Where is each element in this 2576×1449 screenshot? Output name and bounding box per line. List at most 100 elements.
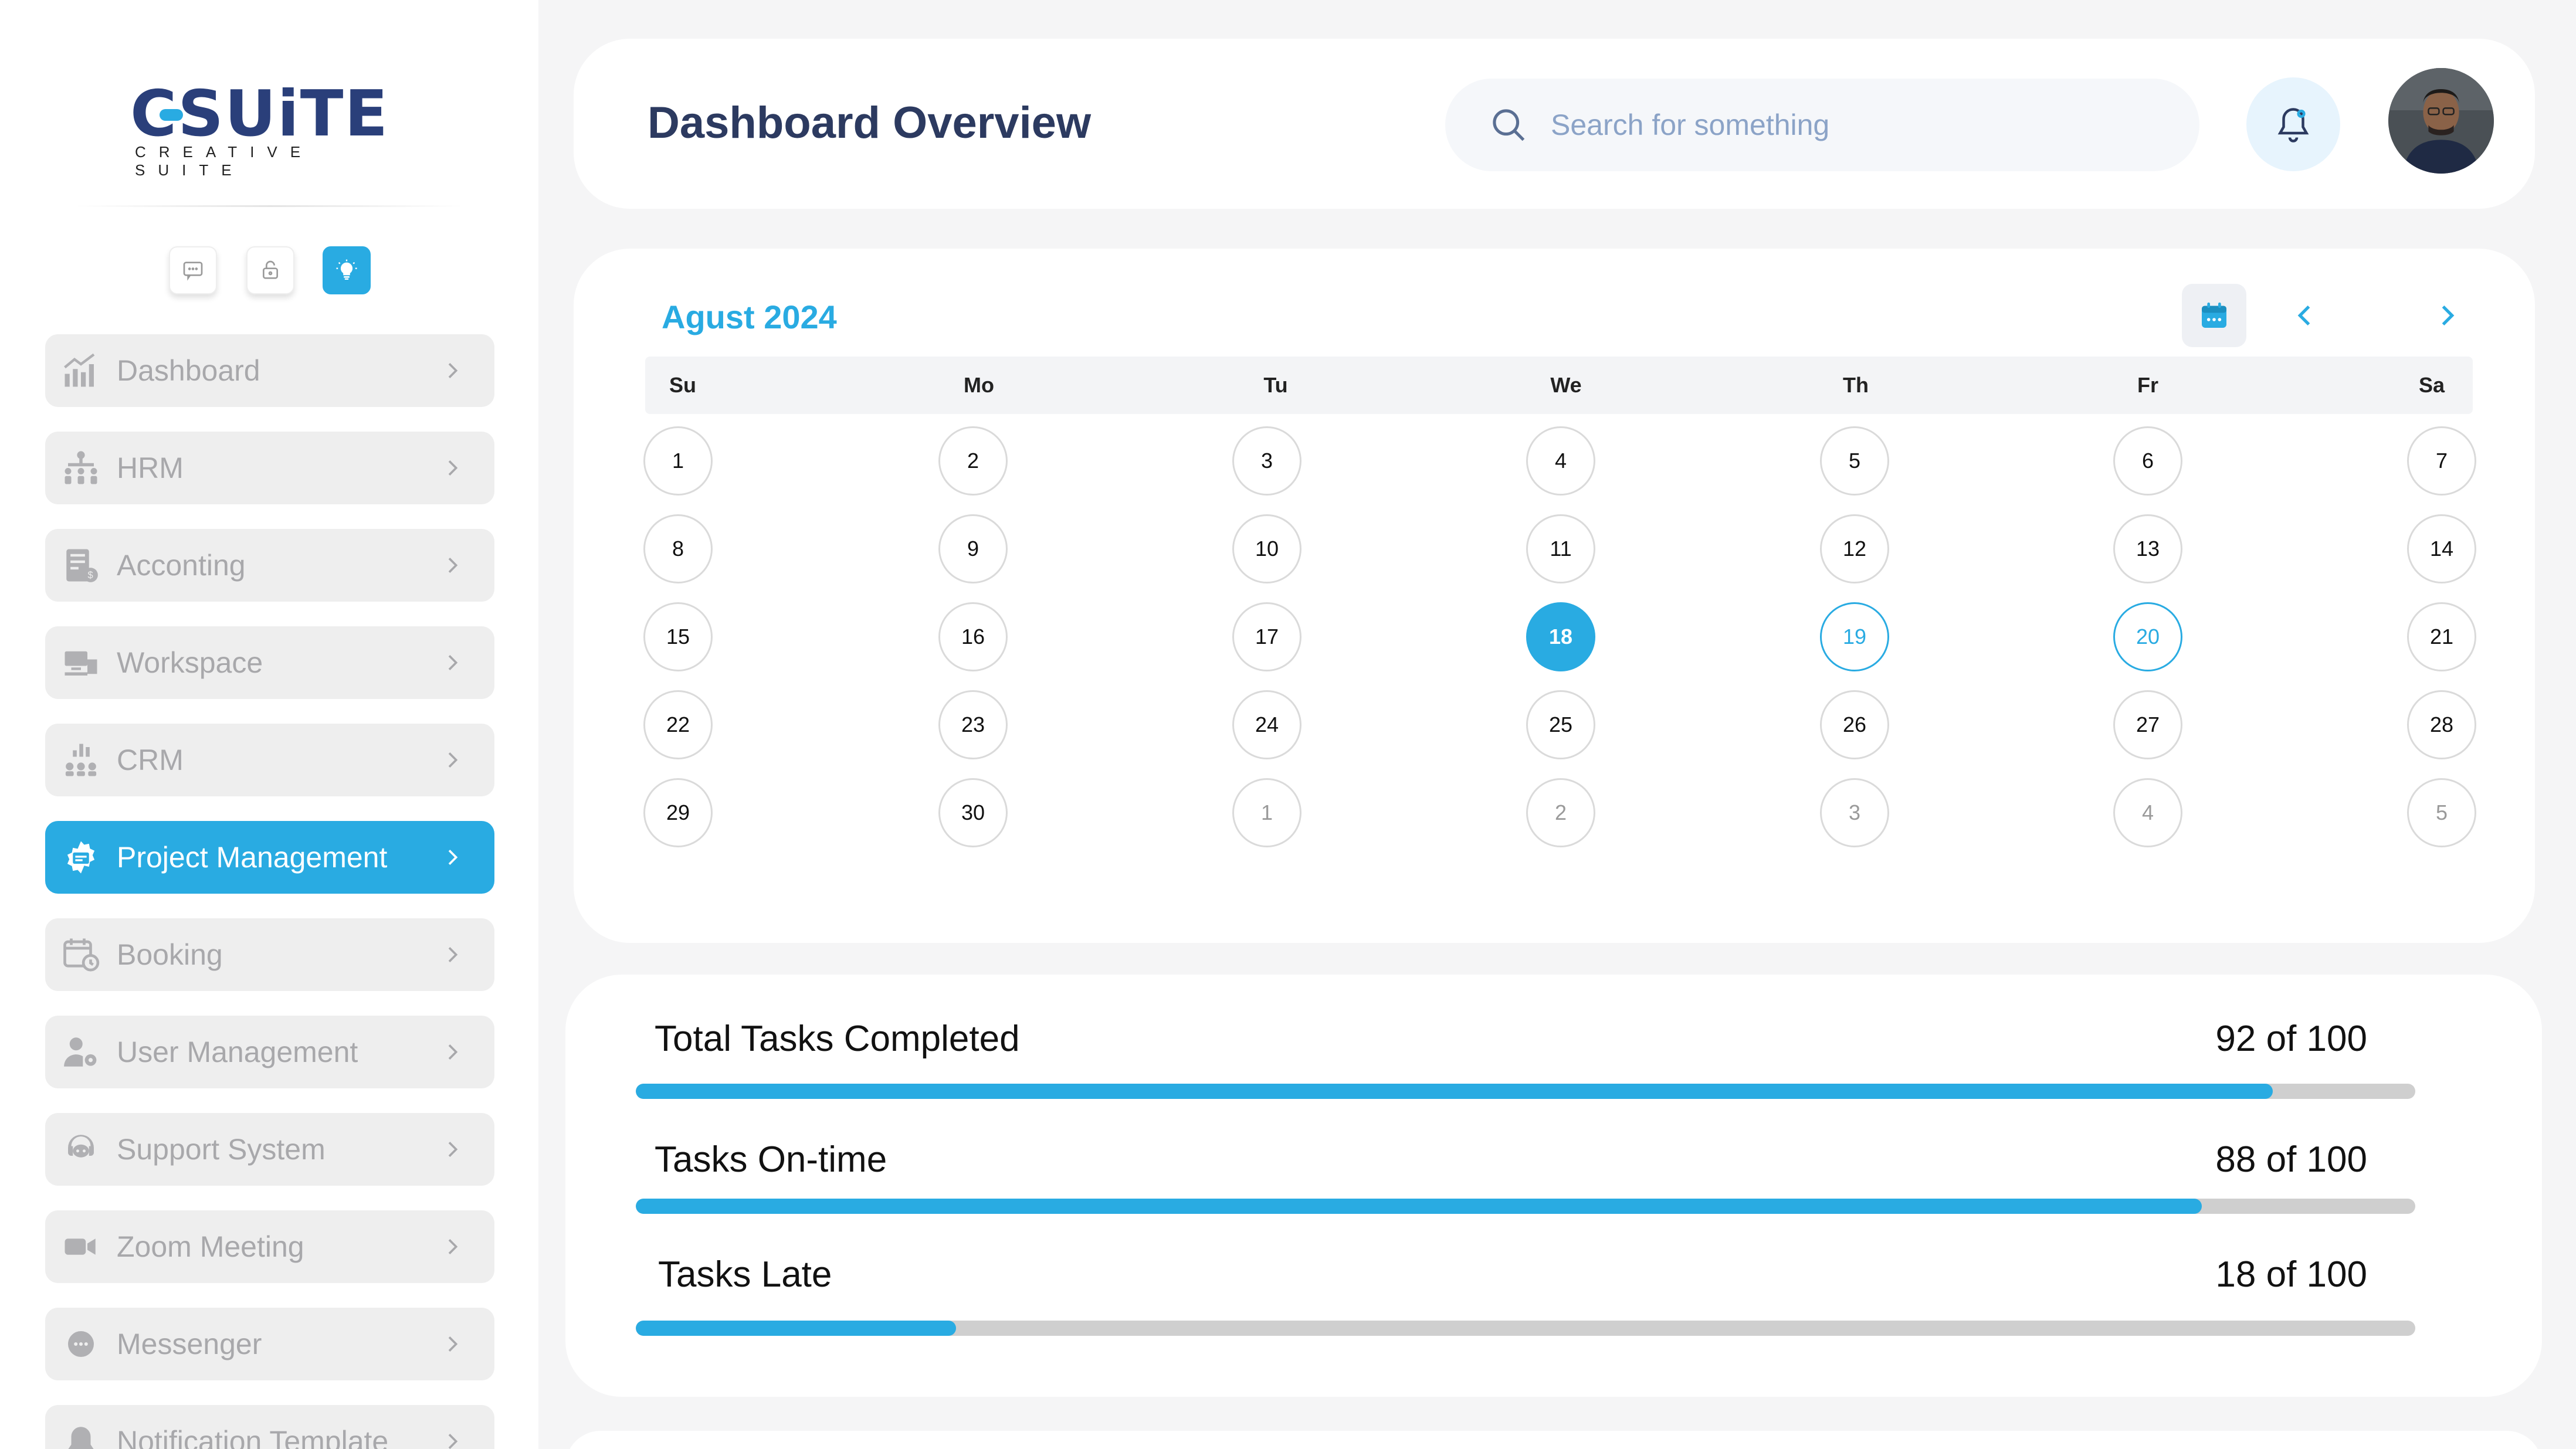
calendar-day[interactable]: 20: [2113, 602, 2182, 671]
sidebar-item-zoom-meeting[interactable]: Zoom Meeting: [45, 1210, 494, 1283]
sidebar-item-crm[interactable]: CRM: [45, 724, 494, 796]
ledger-icon: $: [60, 545, 101, 586]
sidebar-item-label: CRM: [117, 744, 184, 776]
calendar-day[interactable]: 25: [1526, 690, 1595, 759]
logo-name: SUiTE: [178, 77, 389, 151]
chat-button[interactable]: [169, 246, 217, 294]
weekday-label: Sa: [2418, 373, 2445, 397]
sidebar-item-support-system[interactable]: Support System: [45, 1113, 494, 1186]
lightbulb-icon: [336, 259, 357, 280]
weekday-header: Su Mo Tu We Th Fr Sa: [645, 357, 2473, 414]
weekday-label: Fr: [2137, 373, 2158, 397]
calendar-picker-button[interactable]: [2182, 284, 2246, 347]
progress-bar: [636, 1199, 2415, 1214]
prev-month-button[interactable]: [2287, 298, 2323, 333]
weekday-label: Tu: [1263, 373, 1288, 397]
next-month-button[interactable]: [2429, 298, 2465, 333]
calendar-day[interactable]: 24: [1232, 690, 1301, 759]
task-stats-card: Total Tasks Completed 92 of 100 Tasks On…: [565, 975, 2542, 1397]
calendar-day[interactable]: 16: [938, 602, 1008, 671]
weekday-label: We: [1550, 373, 1582, 397]
calendar-day[interactable]: 5: [2407, 778, 2476, 847]
calendar-day[interactable]: 8: [643, 514, 713, 583]
calendar-day[interactable]: 18: [1526, 602, 1595, 671]
calendar-day[interactable]: 14: [2407, 514, 2476, 583]
calendar-day[interactable]: 28: [2407, 690, 2476, 759]
sidebar-item-booking[interactable]: Booking: [45, 918, 494, 991]
calendar-day[interactable]: 1: [643, 426, 713, 496]
chevron-right-icon: [448, 1142, 458, 1157]
calendar-day[interactable]: 2: [938, 426, 1008, 496]
weekday-label: Mo: [964, 373, 994, 397]
svg-text:$: $: [88, 570, 93, 581]
bell-icon: [60, 1421, 101, 1449]
sidebar-item-label: HRM: [117, 452, 184, 484]
logo-wordmark: C SUiTE: [130, 82, 388, 147]
sidebar-item-user-management[interactable]: User Management: [45, 1016, 494, 1088]
sidebar-item-workspace[interactable]: Workspace: [45, 626, 494, 699]
calendar-day[interactable]: 6: [2113, 426, 2182, 496]
calendar-day[interactable]: 13: [2113, 514, 2182, 583]
calendar-day[interactable]: 27: [2113, 690, 2182, 759]
user-avatar[interactable]: [2388, 68, 2494, 174]
sidebar-item-project-management[interactable]: Project Management: [45, 821, 494, 894]
sidebar-item-accounting[interactable]: $ Acconting: [45, 529, 494, 602]
lock-icon: [263, 260, 278, 279]
calendar-day[interactable]: 9: [938, 514, 1008, 583]
chevron-right-icon: [448, 363, 458, 378]
notifications-button[interactable]: [2246, 77, 2340, 171]
sidebar-item-hrm[interactable]: HRM: [45, 432, 494, 504]
calendar-day[interactable]: 3: [1820, 778, 1889, 847]
sidebar-item-messenger[interactable]: Messenger: [45, 1308, 494, 1380]
calendar-day[interactable]: 15: [643, 602, 713, 671]
next-section-card: [565, 1431, 2542, 1449]
sidebar-item-notification-template[interactable]: Notification Template: [45, 1405, 494, 1449]
weekday-label: Th: [1843, 373, 1869, 397]
calendar-day[interactable]: 2: [1526, 778, 1595, 847]
progress-bar: [636, 1321, 2415, 1336]
chevron-right-icon: [2442, 305, 2455, 326]
project-icon: [60, 837, 101, 878]
calendar-day[interactable]: 4: [1526, 426, 1595, 496]
search-icon: [1493, 109, 1525, 141]
calendar-day[interactable]: 30: [938, 778, 1008, 847]
stat-label: Total Tasks Completed: [655, 1019, 1020, 1059]
sidebar-item-label: Support System: [117, 1133, 326, 1166]
calendar-day[interactable]: 22: [643, 690, 713, 759]
lock-button[interactable]: [246, 246, 294, 294]
calendar-day[interactable]: 3: [1232, 426, 1301, 496]
logo-accent-dot: [160, 109, 183, 121]
chevron-right-icon: [448, 1434, 458, 1449]
calendar-day[interactable]: 29: [643, 778, 713, 847]
calendar-day[interactable]: 5: [1820, 426, 1889, 496]
sidebar-item-label: Messenger: [117, 1328, 262, 1360]
logo-letter: C: [130, 82, 183, 147]
avatar-image: [2388, 68, 2494, 174]
chevron-right-icon: [448, 1336, 458, 1352]
chat-icon: [183, 262, 203, 281]
calendar-day[interactable]: 17: [1232, 602, 1301, 671]
calendar-day[interactable]: 4: [2113, 778, 2182, 847]
calendar-day[interactable]: 19: [1820, 602, 1889, 671]
stat-value: 92 of 100: [2215, 1019, 2367, 1059]
search-bar[interactable]: [1445, 79, 2199, 171]
calendar-day[interactable]: 7: [2407, 426, 2476, 496]
progress-fill: [636, 1084, 2273, 1099]
calendar-day[interactable]: 21: [2407, 602, 2476, 671]
search-input[interactable]: [1551, 108, 2079, 142]
ideas-button[interactable]: [323, 246, 371, 294]
calendar-day[interactable]: 10: [1232, 514, 1301, 583]
chevron-right-icon: [448, 752, 458, 768]
chevron-right-icon: [448, 558, 458, 573]
sidebar-item-dashboard[interactable]: Dashboard: [45, 334, 494, 407]
calendar-day[interactable]: 11: [1526, 514, 1595, 583]
chevron-left-icon: [2297, 305, 2310, 326]
sidebar-item-label: Notification Template: [117, 1425, 389, 1449]
calendar-day[interactable]: 26: [1820, 690, 1889, 759]
message-icon: [60, 1324, 101, 1365]
calendar-day[interactable]: 1: [1232, 778, 1301, 847]
brand-logo[interactable]: C SUiTE CREATIVE SUITE: [130, 82, 388, 179]
chevron-right-icon: [448, 655, 458, 670]
calendar-day[interactable]: 23: [938, 690, 1008, 759]
calendar-day[interactable]: 12: [1820, 514, 1889, 583]
